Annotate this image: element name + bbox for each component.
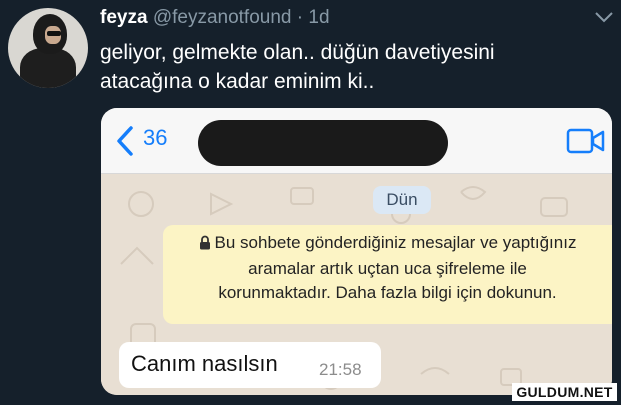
user-handle[interactable]: @feyzanotfound	[153, 7, 292, 28]
date-separator: Dün	[373, 186, 431, 214]
notice-line: korunmaktadır. Daha fazla bilgi için dok…	[218, 283, 557, 302]
tweet-time[interactable]: 1d	[308, 7, 329, 28]
message-bubble[interactable]: Canım nasılsın 21:58	[119, 342, 381, 388]
tweet-text: geliyor, gelmekte olan.. düğün davetiyes…	[100, 38, 600, 96]
encryption-notice[interactable]: Bu sohbete gönderdiğiniz mesajlar ve yap…	[163, 225, 612, 324]
lock-icon	[199, 233, 211, 257]
display-name[interactable]: feyza	[100, 7, 148, 28]
message-time: 21:58	[319, 360, 362, 379]
avatar[interactable]	[8, 8, 88, 88]
tweet: feyza @feyzanotfound · 1d geliyor, gelme…	[0, 0, 621, 405]
message-text: Canım nasılsın	[131, 351, 278, 376]
avatar-body	[20, 48, 76, 88]
tweet-header: feyza @feyzanotfound · 1d	[100, 7, 330, 29]
tweet-text-line: geliyor, gelmekte olan.. düğün davetiyes…	[100, 41, 495, 64]
watermark: GULDUM.NET	[512, 383, 617, 401]
separator-dot: ·	[296, 7, 304, 28]
avatar-sunglasses	[47, 31, 61, 36]
notice-line: aramalar artık uçtan uca şifreleme ile	[248, 259, 527, 278]
back-count[interactable]: 36	[143, 125, 167, 151]
tweet-text-line: atacağına o kadar eminim ki..	[100, 70, 375, 93]
chat-header: 36	[101, 108, 612, 174]
notice-line: Bu sohbete gönderdiğiniz mesajlar ve yap…	[163, 231, 612, 257]
redacted-contact-name	[198, 120, 448, 166]
chevron-down-icon[interactable]	[594, 10, 614, 29]
chevron-left-icon[interactable]	[115, 125, 135, 162]
attached-screenshot[interactable]: 36 Dün Bu sohbete gönderdiğiniz mesajlar…	[101, 108, 612, 395]
notice-line-text: Bu sohbete gönderdiğiniz mesajlar ve yap…	[214, 233, 577, 252]
video-camera-icon[interactable]	[566, 127, 606, 160]
